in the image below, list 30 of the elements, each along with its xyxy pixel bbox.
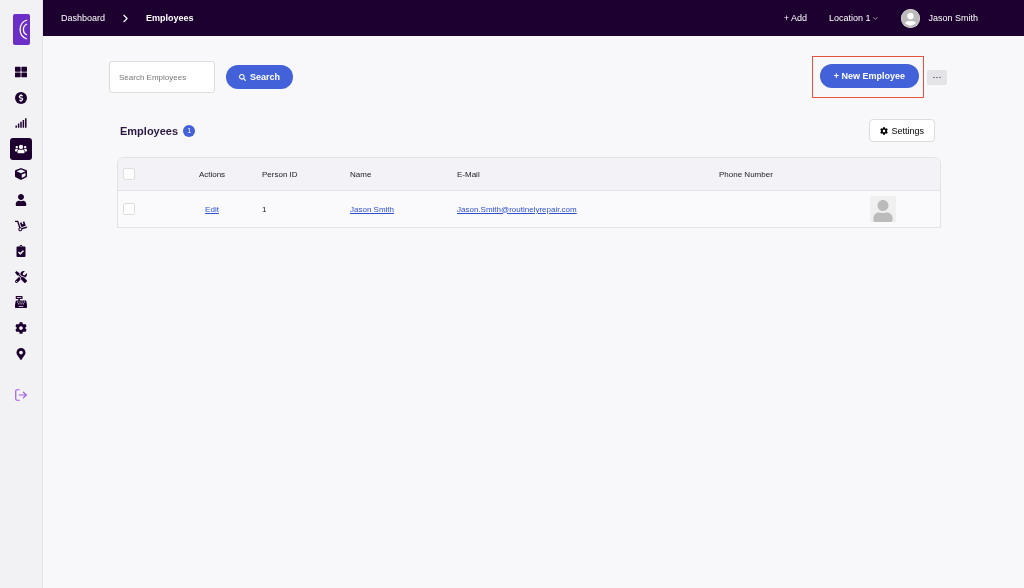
column-header: Name bbox=[350, 169, 373, 179]
column-header: Person ID bbox=[262, 169, 299, 179]
chevron-down-icon bbox=[872, 14, 880, 22]
search-field[interactable]: Search Employees bbox=[109, 61, 215, 93]
column-header: E-Mail bbox=[457, 169, 481, 179]
location-dropdown[interactable]: Location 1 bbox=[828, 13, 880, 23]
logo-icon bbox=[12, 14, 30, 45]
person-photo-icon bbox=[870, 196, 896, 222]
table-cell-text: 1 bbox=[262, 204, 268, 214]
column-header: Phone Number bbox=[719, 169, 774, 179]
people-icon[interactable] bbox=[10, 137, 32, 160]
section-title: Employees bbox=[120, 124, 179, 137]
user-name[interactable]: Jason Smith bbox=[928, 13, 978, 23]
name-link[interactable]: Jason Smith bbox=[350, 204, 457, 214]
logout-icon[interactable] bbox=[14, 388, 28, 403]
new-employee-button[interactable]: + New Employee bbox=[819, 64, 919, 88]
edit-link[interactable]: Edit bbox=[162, 204, 262, 214]
avatar-icon[interactable] bbox=[901, 8, 921, 28]
column-header: Actions bbox=[197, 169, 227, 179]
email-link[interactable]: Jason.Smith@routinelyrepair.com bbox=[457, 204, 719, 214]
more-button[interactable]: ··· bbox=[927, 69, 947, 85]
breadcrumb-item: Employees bbox=[146, 13, 194, 23]
settings-button[interactable]: Settings bbox=[869, 119, 935, 142]
add-link[interactable]: + Add bbox=[783, 13, 807, 23]
search-icon bbox=[239, 73, 246, 81]
breadcrumb-item[interactable]: Dashboard bbox=[61, 13, 106, 23]
select-all-checkbox[interactable] bbox=[123, 168, 135, 180]
row-checkbox[interactable] bbox=[123, 203, 135, 215]
search-button[interactable]: Search bbox=[226, 65, 294, 89]
gear-icon bbox=[880, 126, 889, 135]
